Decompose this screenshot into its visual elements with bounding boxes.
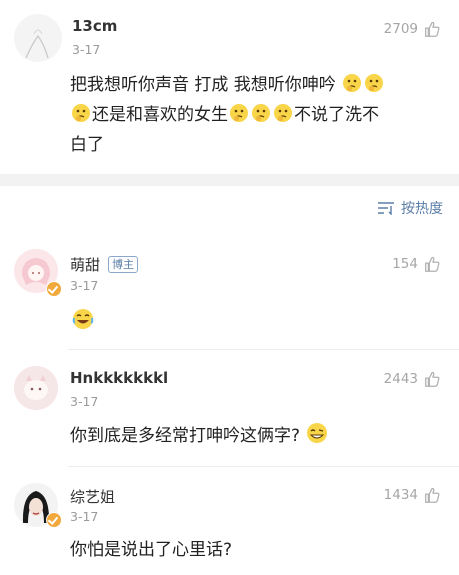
comment-like-button[interactable]: 1434 <box>384 486 441 504</box>
author-tag: 博主 <box>108 256 139 273</box>
comment-like-count: 1434 <box>383 487 418 503</box>
comment-username[interactable]: Hnkkkkkkkl <box>70 369 168 387</box>
post-like-button[interactable]: 2709 <box>384 20 441 38</box>
comment-text: 你到底是多经常打呻吟这俩字? <box>70 426 301 446</box>
thinking-emoji-icon <box>230 104 248 122</box>
post-text-line3: 白了 <box>70 135 104 155</box>
thumbs-up-icon <box>425 371 440 387</box>
main-post: 13cm 3-17 2709 把我想听你声音 打成 我想听你呻吟 还是和喜欢的女… <box>0 0 459 174</box>
comment-username[interactable]: 综艺姐 <box>70 486 115 507</box>
comment-username-wrap: 萌甜 博主 <box>70 254 139 275</box>
comment-date: 3-17 <box>70 394 99 409</box>
comment-date: 3-17 <box>70 509 99 524</box>
comment-like-count: 2443 <box>383 371 418 387</box>
post-username[interactable]: 13cm <box>72 17 117 35</box>
avatar[interactable] <box>14 14 62 62</box>
post-text: 把我想听你声音 打成 我想听你呻吟 还是和喜欢的女生 不说了洗不 白了 <box>70 70 445 160</box>
thinking-emoji-icon <box>365 74 384 92</box>
thumbs-up-icon <box>425 21 440 37</box>
post-like-count: 2709 <box>383 21 418 37</box>
comment-text-wrap: 你怕是说出了心里话? <box>70 535 232 565</box>
sort-label: 按热度 <box>401 201 443 217</box>
thinking-emoji-icon <box>252 104 270 122</box>
comment-date: 3-17 <box>70 278 99 293</box>
thinking-emoji-icon <box>274 104 292 122</box>
row-separator <box>68 349 459 350</box>
laughing-tears-emoji-icon <box>72 309 94 329</box>
post-text-line2-after: 不说了洗不 <box>294 105 379 125</box>
sort-icon <box>378 202 394 215</box>
avatar-sketch-icon <box>25 29 49 59</box>
comment-like-button[interactable]: 154 <box>392 255 441 273</box>
comment-text-wrap: 你到底是多经常打呻吟这俩字? <box>70 421 329 451</box>
avatar-cat-icon <box>14 366 58 410</box>
post-text-line1: 把我想听你声音 打成 我想听你呻吟 <box>70 75 336 95</box>
verified-badge-icon <box>46 512 62 528</box>
thinking-emoji-icon <box>72 104 90 122</box>
comment-like-count: 154 <box>392 256 418 272</box>
comment-text: 你怕是说出了心里话? <box>70 540 233 560</box>
sort-bar: 按热度 <box>0 186 459 230</box>
thumbs-up-icon <box>425 256 440 272</box>
comment-username[interactable]: 萌甜 <box>70 256 100 274</box>
verified-badge-icon <box>46 281 62 297</box>
thumbs-up-icon <box>425 487 440 503</box>
section-divider <box>0 174 459 186</box>
row-separator <box>68 466 459 467</box>
post-text-line2: 还是和喜欢的女生 <box>92 105 228 125</box>
grin-emoji-icon <box>307 423 328 443</box>
avatar[interactable] <box>14 366 58 410</box>
thinking-emoji-icon <box>343 74 362 92</box>
post-date: 3-17 <box>72 42 101 57</box>
comment-like-button[interactable]: 2443 <box>384 370 441 388</box>
sort-by-hot-button[interactable]: 按热度 <box>377 198 443 218</box>
